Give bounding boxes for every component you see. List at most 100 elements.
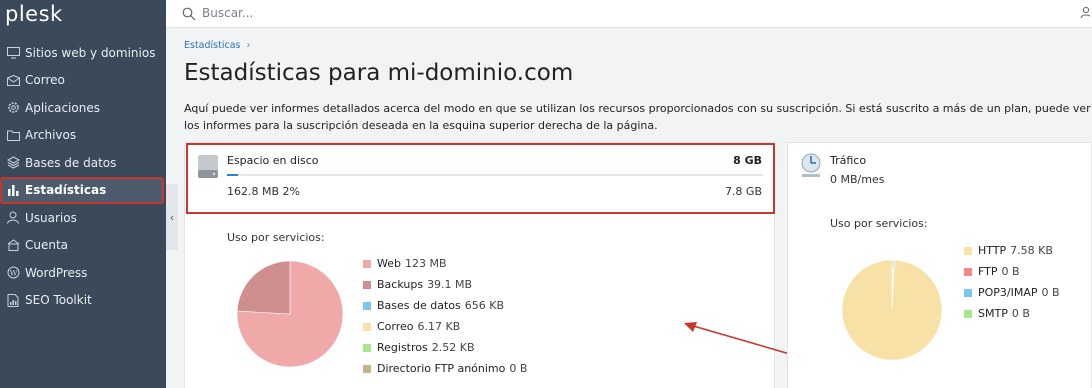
sidebar-item-apps[interactable]: Aplicaciones: [0, 94, 166, 122]
sidebar-item-statistics[interactable]: Estadísticas: [0, 176, 164, 204]
sidebar-item-label: Aplicaciones: [25, 100, 100, 115]
legend-item-pop3-imap: POP3/IMAP 0 B: [964, 282, 1060, 303]
legend-value: 0 B: [509, 362, 528, 375]
legend-label: Registros: [377, 341, 428, 354]
disk-usage-by-service-label: Uso por servicios:: [227, 231, 325, 244]
disk-free-value: 7.8 GB: [724, 185, 762, 198]
sidebar-item-account[interactable]: Cuenta: [0, 232, 166, 260]
seo-icon: [6, 293, 20, 307]
user-menu-icon[interactable]: [1080, 4, 1092, 23]
legend-item-smtp: SMTP 0 B: [964, 303, 1060, 324]
mail-icon: [6, 73, 20, 87]
sidebar-item-label: Cuenta: [25, 238, 69, 253]
search-icon: [182, 6, 196, 25]
legend-value: 39.1 MB: [427, 278, 473, 291]
traffic-usage-by-service-label: Uso por servicios:: [830, 217, 928, 230]
traffic-usage-legend: HTTP 7.58 KB FTP 0 B POP3/IMAP 0 B SMTP 0 B: [964, 240, 1060, 324]
legend-swatch: [363, 259, 371, 268]
wordpress-icon: W: [6, 266, 20, 280]
disk-total-value: 8 GB: [733, 154, 762, 167]
legend-item-logs: Registros 2.52 KB: [363, 337, 527, 358]
breadcrumb-link-statistics[interactable]: Estadísticas: [184, 40, 240, 51]
legend-value: 0 B: [1041, 286, 1060, 299]
monitor-icon: [6, 46, 20, 60]
legend-value: 0 B: [1001, 265, 1020, 278]
legend-item-http: HTTP 7.58 KB: [964, 240, 1060, 261]
traffic-card: Tráfico 0 MB/mes Uso por servicios: HTTP…: [787, 142, 1092, 388]
sidebar-item-databases[interactable]: Bases de datos: [0, 149, 166, 177]
legend-item-databases: Bases de datos 656 KB: [363, 295, 527, 316]
database-icon: [6, 156, 20, 170]
legend-label: FTP: [978, 265, 998, 278]
sidebar-item-websites[interactable]: Sitios web y dominios: [0, 39, 166, 67]
sidebar-nav: Sitios web y dominios Correo Aplicacione…: [0, 39, 166, 314]
sidebar-item-label: Sitios web y dominios: [25, 45, 156, 60]
page-description: Aquí puede ver informes detallados acerc…: [184, 102, 1091, 132]
sidebar-item-label: Correo: [25, 73, 65, 88]
disk-usage-bar: [227, 174, 763, 176]
legend-swatch: [964, 288, 972, 297]
legend-item-web: Web 123 MB: [363, 253, 527, 274]
legend-label: Directorio FTP anónimo: [377, 362, 506, 375]
legend-value: 656 KB: [464, 299, 505, 312]
legend-label: POP3/IMAP: [978, 286, 1038, 299]
sidebar: plesk Sitios web y dominios Correo Aplic…: [0, 0, 166, 388]
legend-label: Web: [377, 257, 401, 270]
sidebar-item-label: Archivos: [25, 128, 77, 143]
chevron-right-icon: ›: [246, 40, 251, 51]
legend-value: 123 MB: [404, 257, 447, 270]
sidebar-collapse-toggle[interactable]: ‹: [166, 184, 178, 250]
disk-used-value: 162.8 MB 2%: [227, 185, 300, 198]
legend-item-mail: Correo 6.17 KB: [363, 316, 527, 337]
hard-drive-icon: [197, 154, 219, 184]
plesk-logo[interactable]: plesk: [5, 2, 63, 26]
svg-text:W: W: [9, 269, 17, 278]
sidebar-item-label: Estadísticas: [25, 183, 107, 198]
sidebar-item-label: SEO Toolkit: [25, 293, 92, 308]
traffic-usage-pie-chart: [841, 259, 943, 361]
legend-label: Backups: [377, 278, 424, 291]
legend-item-ftp: FTP 0 B: [964, 261, 1060, 282]
sidebar-item-users[interactable]: Usuarios: [0, 204, 166, 232]
legend-swatch: [363, 280, 371, 289]
page-title: Estadísticas para mi-dominio.com: [184, 60, 574, 86]
traffic-value: 0 MB/mes: [830, 173, 885, 186]
user-icon: [6, 211, 20, 225]
legend-value: 7.58 KB: [1010, 244, 1053, 257]
legend-swatch: [363, 322, 371, 331]
legend-label: Bases de datos: [377, 299, 461, 312]
sidebar-item-label: Usuarios: [25, 210, 77, 225]
legend-swatch: [363, 364, 371, 373]
traffic-title: Tráfico: [830, 154, 867, 167]
legend-swatch: [363, 301, 371, 310]
clock-chart-icon: [800, 153, 822, 183]
bar-chart-icon: [6, 183, 20, 197]
sidebar-item-label: Bases de datos: [25, 155, 117, 170]
topbar: [166, 0, 1092, 28]
legend-label: HTTP: [978, 244, 1007, 257]
legend-value: 0 B: [1011, 307, 1030, 320]
legend-swatch: [964, 246, 972, 255]
legend-swatch: [964, 309, 972, 318]
sidebar-item-wordpress[interactable]: W WordPress: [0, 259, 166, 287]
disk-space-title: Espacio en disco: [227, 154, 319, 167]
legend-label: SMTP: [978, 307, 1008, 320]
disk-usage-pie-chart: [236, 260, 344, 368]
legend-value: 2.52 KB: [431, 341, 475, 354]
gear-icon: [6, 101, 20, 115]
legend-label: Correo: [377, 320, 414, 333]
pie-slice-http: [841, 259, 943, 361]
disk-usage-fill: [227, 174, 238, 176]
sidebar-item-seo-toolkit[interactable]: SEO Toolkit: [0, 287, 166, 315]
legend-swatch: [363, 343, 371, 352]
sidebar-item-mail[interactable]: Correo: [0, 67, 166, 95]
search-input[interactable]: [202, 2, 702, 24]
folder-icon: [6, 128, 20, 142]
legend-value: 6.17 KB: [417, 320, 461, 333]
sidebar-item-files[interactable]: Archivos: [0, 122, 166, 150]
sidebar-item-label: WordPress: [25, 265, 88, 280]
legend-item-anonymous-ftp: Directorio FTP anónimo 0 B: [363, 358, 527, 379]
breadcrumb: Estadísticas ›: [184, 40, 250, 51]
pie-slice-backups: [236, 260, 291, 315]
disk-usage-legend: Web 123 MB Backups 39.1 MB Bases de datos 6…: [363, 253, 527, 379]
